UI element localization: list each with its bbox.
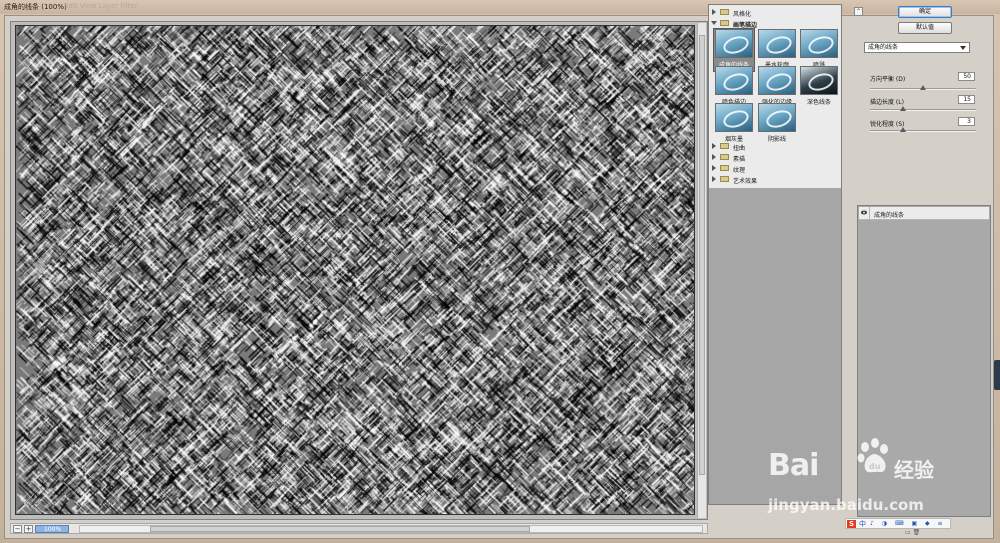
preview-canvas[interactable]	[15, 25, 695, 515]
preview-vertical-scrollbar[interactable]	[697, 23, 706, 518]
preview-horizontal-scrollbar[interactable]	[79, 525, 703, 533]
effect-layer-row[interactable]: 成角的线条	[859, 207, 989, 220]
filter-thumb-angled-strokes[interactable]: 成角的线条	[713, 28, 755, 72]
window-title: 成角的线条 (100%)	[4, 3, 67, 11]
effect-layer-label: 成角的线条	[868, 207, 905, 220]
category-texture[interactable]: 纹理	[709, 163, 841, 174]
stroke-length-input[interactable]: 15	[958, 95, 975, 104]
preview-pane[interactable]	[10, 21, 708, 520]
sogou-logo-icon[interactable]: S	[847, 520, 856, 528]
filter-thumb-sumi-e[interactable]: 烟灰墨	[714, 103, 754, 145]
side-panel-tab[interactable]	[994, 360, 1000, 390]
category-label: 扭曲	[733, 145, 746, 152]
filter-select[interactable]: 成角的线条	[864, 42, 970, 53]
expand-arrow-icon[interactable]	[712, 165, 716, 171]
collapse-arrow-icon[interactable]	[711, 21, 717, 25]
filter-select-value: 成角的线条	[868, 44, 899, 51]
slider-knob[interactable]	[920, 85, 926, 90]
sharpness-slider[interactable]	[870, 127, 976, 132]
category-label: 纹理	[733, 167, 746, 174]
category-sketch[interactable]: 素描	[709, 152, 841, 163]
ime-mode[interactable]: 中	[859, 519, 866, 529]
filter-preview-image	[758, 103, 796, 132]
category-label: 画笔描边	[733, 22, 758, 29]
folder-icon	[720, 20, 729, 26]
filter-thumb-accented-edges[interactable]: 强化的边缘	[757, 66, 797, 108]
filter-preview-image	[758, 66, 796, 95]
expand-arrow-icon[interactable]	[712, 154, 716, 160]
default-button[interactable]: 默认值	[898, 22, 952, 34]
filter-preview-image	[800, 29, 838, 58]
direction-balance-input[interactable]: 50	[958, 72, 975, 81]
folder-icon	[720, 9, 729, 15]
filter-preview-image	[715, 29, 753, 58]
folder-icon	[720, 176, 729, 182]
filter-thumb-ink-outlines[interactable]: 墨水轮廓	[757, 29, 797, 71]
chevron-down-icon	[960, 46, 966, 50]
param-label-stroke-length: 描边长度 (L)	[870, 99, 904, 106]
effect-layers-panel: 成角的线条	[857, 205, 991, 517]
scroll-thumb[interactable]	[150, 526, 530, 532]
filter-preview-image	[715, 103, 753, 132]
slider-knob[interactable]	[900, 106, 906, 111]
category-artistic[interactable]: 艺术效果	[709, 174, 841, 185]
folder-icon	[720, 165, 729, 171]
collapse-gallery-button[interactable]: ⌃	[854, 7, 863, 16]
preview-status-bar: − + 100%	[10, 523, 708, 534]
expand-arrow-icon[interactable]	[712, 176, 716, 182]
zoom-out-button[interactable]: −	[13, 525, 22, 533]
filter-thumb-spatter[interactable]: 喷溅	[799, 29, 839, 71]
filter-gallery-window: 成角的线条 (100%) Edit View Layer Filter − + …	[0, 0, 1000, 543]
category-distort[interactable]: 扭曲	[709, 141, 841, 152]
filter-thumb-crosshatch[interactable]: 阴影线	[757, 103, 797, 145]
dialog-client: − + 100%	[4, 15, 994, 539]
filter-preview-image	[758, 29, 796, 58]
folder-icon	[720, 154, 729, 160]
zoom-in-button[interactable]: +	[24, 525, 33, 533]
direction-balance-slider[interactable]	[870, 85, 976, 90]
filter-thumb-dark-strokes[interactable]: 深色线条	[799, 66, 839, 108]
filter-preview-image	[800, 66, 838, 95]
category-brush-strokes[interactable]: 画笔描边	[709, 18, 841, 29]
ime-tool-icons[interactable]: ♪ ◑ ⌨ ▣ ◆ ≡	[870, 520, 946, 527]
filter-label: 深色线条	[806, 99, 831, 106]
zoom-level-select[interactable]: 100%	[35, 525, 69, 533]
folder-icon	[720, 143, 729, 149]
param-label-direction-balance: 方向平衡 (D)	[870, 76, 906, 83]
category-stylize[interactable]: 风格化	[709, 7, 841, 18]
ime-toolbar[interactable]: S 中 ♪ ◑ ⌨ ▣ ◆ ≡	[845, 518, 951, 529]
stroke-length-slider[interactable]	[870, 106, 976, 111]
category-label: 艺术效果	[733, 178, 758, 185]
expand-arrow-icon[interactable]	[712, 143, 716, 149]
eye-icon[interactable]	[861, 210, 867, 215]
expand-arrow-icon[interactable]	[712, 9, 716, 15]
title-bar[interactable]: 成角的线条 (100%) Edit View Layer Filter	[0, 0, 1000, 14]
ok-button[interactable]: 确定	[898, 6, 952, 18]
slider-knob[interactable]	[900, 127, 906, 132]
filter-thumb-sprayed-strokes[interactable]: 喷色描边	[714, 66, 754, 108]
scroll-thumb[interactable]	[699, 35, 705, 475]
layer-tools[interactable]: ▭ 🗑	[905, 529, 920, 536]
category-label: 素描	[733, 156, 746, 163]
background-menu-ghost: Edit View Layer Filter	[64, 2, 138, 10]
gallery-expanded-area: 风格化 画笔描边 成角的线条 墨水轮廓 喷溅 喷色描边	[709, 5, 841, 188]
filter-preview-image	[715, 66, 753, 95]
filter-gallery-list: 风格化 画笔描边 成角的线条 墨水轮廓 喷溅 喷色描边	[708, 4, 842, 505]
category-label: 风格化	[733, 11, 752, 18]
sharpness-input[interactable]: 3	[958, 117, 975, 126]
